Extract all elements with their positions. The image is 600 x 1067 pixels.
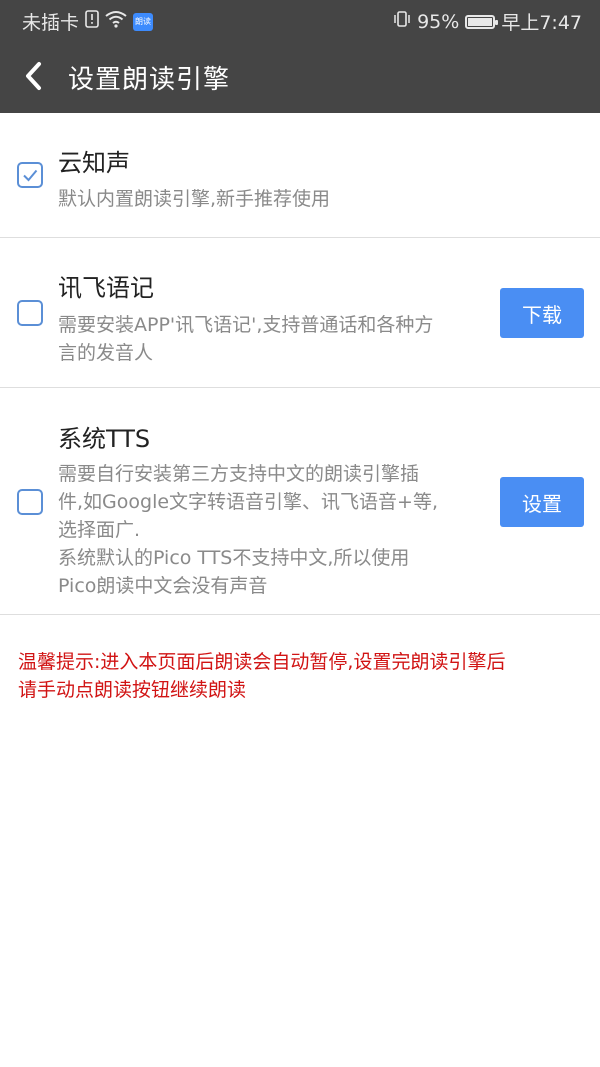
warm-tip-line: 请手动点朗读按钮继续朗读 (18, 679, 247, 701)
vibrate-icon (393, 10, 411, 33)
page-title: 设置朗读引擎 (68, 65, 231, 95)
engine-description-line: 件,如Google文字转语音引擎、讯飞语音+等, (58, 491, 439, 513)
engine-description: 默认内置朗读引擎,新手推荐使用 (58, 188, 331, 210)
engine-row-xunfei-yuji[interactable]: 讯飞语记 需要安装APP'讯飞语记',支持普通话和各种方 言的发音人 下载 (0, 238, 600, 388)
engine-row-yunzhisheng[interactable]: 云知声 默认内置朗读引擎,新手推荐使用 (0, 113, 600, 238)
time-text: 早上7:47 (501, 12, 582, 34)
settings-button[interactable]: 设置 (500, 477, 584, 527)
engine-checkbox-yunzhisheng[interactable] (17, 162, 43, 188)
engine-description: 需要安装APP'讯飞语记',支持普通话和各种方 言的发音人 (58, 311, 433, 367)
sim-alert-icon (85, 10, 99, 33)
battery-icon (465, 14, 499, 29)
status-right: 95% 早上7:47 (393, 8, 582, 35)
back-button[interactable] (18, 56, 52, 96)
title-bar: 设置朗读引擎 (0, 38, 600, 113)
engine-description-line: 需要安装APP'讯飞语记',支持普通话和各种方 (58, 314, 434, 336)
battery-percent: 95% (417, 10, 460, 33)
engine-description-line: 选择面广. (58, 519, 141, 541)
top-bar: 未插卡 朗读 95% 早上7:47 设置朗读引擎 (0, 0, 600, 113)
engine-name: 系统TTS (58, 425, 151, 453)
engine-name: 云知声 (58, 149, 130, 177)
carrier-text: 未插卡 (22, 12, 80, 34)
engine-description: 需要自行安装第三方支持中文的朗读引擎插 件,如Google文字转语音引擎、讯飞语… (58, 460, 438, 600)
checkmark-icon (23, 169, 38, 182)
download-button[interactable]: 下载 (500, 288, 584, 338)
chevron-left-icon (26, 62, 41, 90)
warm-tip: 温馨提示:进入本页面后朗读会自动暂停,设置完朗读引擎后 请手动点朗读按钮继续朗读 (18, 648, 588, 704)
warm-tip-line: 温馨提示:进入本页面后朗读会自动暂停,设置完朗读引擎后 (18, 651, 506, 673)
app-badge-icon: 朗读 (133, 12, 154, 31)
engine-description-line: 系统默认的Pico TTS不支持中文,所以使用 (58, 547, 410, 569)
status-bar: 未插卡 朗读 95% 早上7:47 (0, 0, 600, 38)
engine-description-line: Pico朗读中文会没有声音 (58, 575, 268, 597)
status-left: 未插卡 朗读 (22, 8, 154, 35)
engine-name: 讯飞语记 (58, 274, 154, 302)
engine-description-line: 言的发音人 (58, 342, 154, 364)
engine-checkbox-xunfei-yuji[interactable] (17, 300, 43, 326)
engine-checkbox-system-tts[interactable] (17, 489, 43, 515)
engine-row-system-tts[interactable]: 系统TTS 需要自行安装第三方支持中文的朗读引擎插 件,如Google文字转语音… (0, 388, 600, 615)
wifi-icon (105, 10, 127, 33)
battery-fill (468, 17, 493, 26)
engine-description-line: 需要自行安装第三方支持中文的朗读引擎插 (58, 463, 420, 485)
